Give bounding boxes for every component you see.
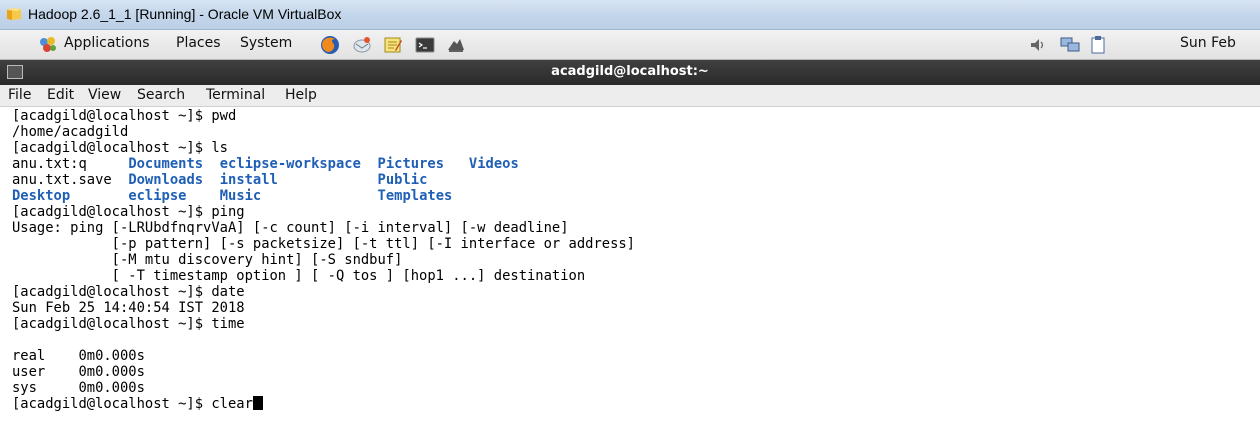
ls-dir: Videos	[468, 156, 519, 172]
terminal-line: real 0m0.000s	[12, 348, 145, 364]
terminal-line: [-M mtu discovery hint] [-S sndbuf]	[12, 252, 403, 268]
ls-output-row-3: Desktop eclipse Music Templates	[12, 188, 452, 204]
shell-prompt: [acadgild@localhost ~]$	[12, 396, 212, 412]
ls-dir: Music	[219, 188, 262, 204]
virtualbox-title-bar: Hadoop 2.6_1_1 [Running] - Oracle VM Vir…	[0, 0, 1260, 30]
terminal-line: [acadgild@localhost ~]$ time	[12, 316, 245, 332]
panel-menu-applications[interactable]: Applications	[64, 35, 150, 51]
gnome-top-panel: Applications Places System Sun Feb	[0, 30, 1260, 60]
menu-view[interactable]: View	[88, 87, 121, 103]
terminal-line: Usage: ping [-LRUbdfnqrvVaA] [-c count] …	[12, 220, 569, 236]
ls-dir: Downloads	[128, 172, 204, 188]
menu-edit[interactable]: Edit	[47, 87, 74, 103]
menu-terminal[interactable]: Terminal	[206, 87, 265, 103]
text-editor-icon[interactable]	[383, 35, 403, 55]
ls-dir: Templates	[377, 188, 453, 204]
panel-menu-places[interactable]: Places	[176, 35, 221, 51]
network-icon[interactable]	[1060, 35, 1080, 55]
ls-file: anu.txt.save	[12, 172, 112, 188]
terminal-title-bar: acadgild@localhost:~	[0, 60, 1260, 85]
ls-dir: Pictures	[377, 156, 444, 172]
terminal-line: [acadgild@localhost ~]$ date	[12, 284, 245, 300]
ls-output-row-1: anu.txt:q Documents eclipse-workspace Pi…	[12, 156, 519, 172]
screenshot-tool-icon[interactable]	[446, 35, 466, 55]
terminal-line: user 0m0.000s	[12, 364, 145, 380]
terminal-prompt-line[interactable]: [acadgild@localhost ~]$ clear	[12, 396, 263, 412]
menu-file[interactable]: File	[8, 87, 31, 103]
terminal-line: [acadgild@localhost ~]$ ls	[12, 140, 228, 156]
terminal-line: Sun Feb 25 14:40:54 IST 2018	[12, 300, 245, 316]
typed-command: clear	[211, 396, 253, 412]
firefox-icon[interactable]	[320, 35, 340, 55]
terminal-line: /home/acadgild	[12, 124, 129, 140]
ls-dir: eclipse	[128, 188, 187, 204]
applications-menu-icon	[40, 37, 56, 52]
menu-search[interactable]: Search	[137, 87, 185, 103]
terminal-line: [acadgild@localhost ~]$ pwd	[12, 108, 237, 124]
terminal-line: [ -T timestamp option ] [ -Q tos ] [hop1…	[12, 268, 586, 284]
virtualbox-app-icon	[7, 8, 21, 20]
terminal-output[interactable]: [acadgild@localhost ~]$ pwd /home/acadgi…	[0, 107, 1260, 430]
ls-output-row-2: anu.txt.save Downloads install Public	[12, 172, 427, 188]
panel-clock[interactable]: Sun Feb	[1180, 35, 1236, 51]
ls-dir: eclipse-workspace	[219, 156, 361, 172]
ls-file: anu.txt:q	[12, 156, 87, 172]
ls-dir: Documents	[128, 156, 204, 172]
ls-dir: install	[219, 172, 278, 188]
panel-menu-system[interactable]: System	[240, 35, 292, 51]
volume-icon[interactable]	[1028, 35, 1048, 55]
terminal-line: [-p pattern] [-s packetsize] [-t ttl] [-…	[12, 236, 635, 252]
terminal-launcher-icon[interactable]	[415, 35, 435, 55]
window-title: Hadoop 2.6_1_1 [Running] - Oracle VM Vir…	[28, 6, 342, 22]
terminal-line: [acadgild@localhost ~]$ ping	[12, 204, 245, 220]
menu-help[interactable]: Help	[285, 87, 317, 103]
terminal-line: sys 0m0.000s	[12, 380, 145, 396]
terminal-title: acadgild@localhost:~	[551, 64, 709, 79]
ls-dir: Public	[377, 172, 428, 188]
ls-dir: Desktop	[12, 188, 71, 204]
clipboard-icon[interactable]	[1088, 35, 1108, 55]
mail-client-icon[interactable]	[352, 35, 372, 55]
terminal-menu-bar: File Edit View Search Terminal Help	[0, 85, 1260, 107]
text-cursor	[252, 396, 263, 410]
